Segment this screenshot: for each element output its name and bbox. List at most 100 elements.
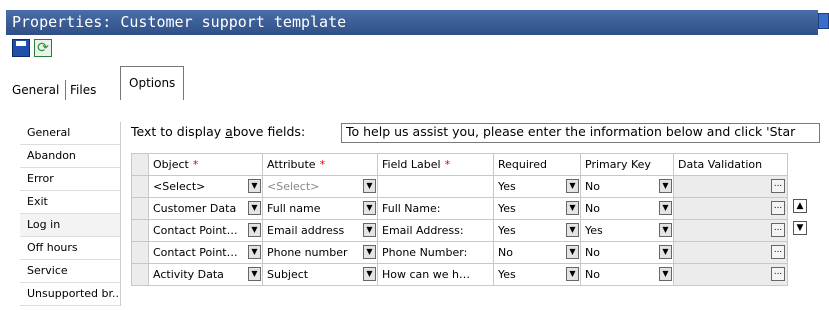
primary-key-cell[interactable]: Yes ▼ — [580, 219, 674, 242]
display-text-input[interactable]: To help us assist you, please enter the … — [341, 123, 820, 143]
tab-files[interactable]: Files — [65, 80, 101, 100]
attribute-cell[interactable]: Email address ▼ — [262, 219, 378, 242]
label-suffix: bove fields: — [232, 124, 306, 139]
column-header-data-validation[interactable]: Data Validation — [673, 153, 788, 176]
required-cell-text: Yes — [498, 180, 516, 193]
scroll-down-button[interactable]: ▼ — [793, 221, 807, 235]
dropdown-arrow-icon[interactable]: ▼ — [566, 223, 579, 237]
ellipsis-button[interactable]: ... — [771, 223, 785, 237]
required-cell[interactable]: No ▼ — [493, 241, 581, 264]
ellipsis-button[interactable]: ... — [771, 267, 785, 281]
dropdown-arrow-icon[interactable]: ▼ — [363, 223, 376, 237]
refresh-icon[interactable]: ⟳ — [34, 39, 52, 57]
field-label-cell[interactable]: Phone Number: — [377, 241, 494, 264]
dropdown-arrow-icon[interactable]: ▼ — [659, 245, 672, 259]
attribute-cell-text: Full name — [267, 202, 321, 215]
sidebar-item-off-hours[interactable]: Off hours — [20, 237, 120, 260]
attribute-cell[interactable]: Full name ▼ — [262, 197, 378, 220]
sidebar-item-abandon[interactable]: Abandon — [20, 145, 120, 168]
dropdown-arrow-icon[interactable]: ▼ — [248, 223, 261, 237]
column-header-required[interactable]: Required — [493, 153, 581, 176]
dropdown-arrow-icon[interactable]: ▼ — [363, 267, 376, 281]
sidebar-item-exit[interactable]: Exit — [20, 191, 120, 214]
dropdown-arrow-icon[interactable]: ▼ — [566, 179, 579, 193]
data-validation-cell[interactable]: ... — [673, 197, 788, 220]
sidebar-item-unsupported[interactable]: Unsupported br... — [20, 283, 120, 306]
dropdown-arrow-icon[interactable]: ▼ — [248, 245, 261, 259]
primary-key-cell[interactable]: No ▼ — [580, 241, 674, 264]
object-cell[interactable]: Activity Data ▼ — [148, 263, 263, 286]
table-row[interactable]: Contact Point D... ▼ Email address ▼ Email A… — [131, 219, 788, 242]
attribute-cell[interactable]: Subject ▼ — [262, 263, 378, 286]
scroll-up-button[interactable]: ▲ — [793, 199, 807, 213]
required-marker: * — [192, 158, 199, 171]
object-cell[interactable]: Customer Data ▼ — [148, 197, 263, 220]
dropdown-arrow-icon[interactable]: ▼ — [363, 201, 376, 215]
dropdown-arrow-icon[interactable]: ▼ — [363, 179, 376, 193]
dropdown-arrow-icon[interactable]: ▼ — [248, 267, 261, 281]
table-row[interactable]: <Select> ▼ <Select> ▼ Yes ▼ No ▼... — [131, 175, 788, 198]
window-title: Properties: Customer support template — [6, 10, 818, 35]
dropdown-arrow-icon[interactable]: ▼ — [659, 223, 672, 237]
primary-key-cell[interactable]: No ▼ — [580, 263, 674, 286]
data-validation-cell[interactable]: ... — [673, 241, 788, 264]
row-header[interactable] — [131, 263, 149, 286]
primary-key-cell-text: No — [585, 268, 600, 281]
required-cell-text: Yes — [498, 268, 516, 281]
attribute-cell[interactable]: Phone number ▼ — [262, 241, 378, 264]
field-label-cell[interactable]: How can we help y... — [377, 263, 494, 286]
dropdown-arrow-icon[interactable]: ▼ — [566, 201, 579, 215]
label-prefix: Text to display — [131, 124, 226, 139]
object-cell[interactable]: Contact Point D... ▼ — [148, 241, 263, 264]
column-header-object[interactable]: Object * — [148, 153, 263, 176]
primary-key-cell[interactable]: No ▼ — [580, 197, 674, 220]
sidebar-item-log-in[interactable]: Log in — [20, 214, 120, 237]
dropdown-arrow-icon[interactable]: ▼ — [248, 201, 261, 215]
object-cell[interactable]: <Select> ▼ — [148, 175, 263, 198]
column-header-attribute[interactable]: Attribute * — [262, 153, 378, 176]
table-row[interactable]: Activity Data ▼ Subject ▼ How can we help y.… — [131, 263, 788, 286]
data-validation-cell[interactable]: ... — [673, 219, 788, 242]
attribute-cell[interactable]: <Select> ▼ — [262, 175, 378, 198]
tab-general[interactable]: General — [8, 80, 64, 100]
required-cell[interactable]: Yes ▼ — [493, 219, 581, 242]
display-text-label: Text to display above fields: — [131, 124, 305, 139]
sidebar: General Abandon Error Exit Log in Off ho… — [20, 122, 121, 306]
row-header[interactable] — [131, 219, 149, 242]
ellipsis-button[interactable]: ... — [771, 179, 785, 193]
sidebar-item-error[interactable]: Error — [20, 168, 120, 191]
attribute-cell-text: Subject — [267, 268, 309, 281]
column-header-primary-key[interactable]: Primary Key — [580, 153, 674, 176]
data-validation-cell[interactable]: ... — [673, 263, 788, 286]
data-validation-cell[interactable]: ... — [673, 175, 788, 198]
dropdown-arrow-icon[interactable]: ▼ — [566, 245, 579, 259]
sidebar-item-general[interactable]: General — [20, 122, 120, 145]
dropdown-arrow-icon[interactable]: ▼ — [566, 267, 579, 281]
required-cell[interactable]: Yes ▼ — [493, 175, 581, 198]
required-cell[interactable]: Yes ▼ — [493, 263, 581, 286]
row-header[interactable] — [131, 197, 149, 220]
tab-options[interactable]: Options — [120, 66, 185, 102]
window-icon[interactable] — [818, 13, 829, 29]
dropdown-arrow-icon[interactable]: ▼ — [363, 245, 376, 259]
field-label-cell[interactable]: Full Name: — [377, 197, 494, 220]
table-row[interactable]: Customer Data ▼ Full name ▼ Full Name: Yes ▼ No… — [131, 197, 788, 220]
ellipsis-button[interactable]: ... — [771, 201, 785, 215]
field-label-cell[interactable] — [377, 175, 494, 198]
dropdown-arrow-icon[interactable]: ▼ — [248, 179, 261, 193]
sidebar-item-service[interactable]: Service — [20, 260, 120, 283]
ellipsis-button[interactable]: ... — [771, 245, 785, 259]
object-cell-text: Contact Point D... — [153, 224, 250, 237]
dropdown-arrow-icon[interactable]: ▼ — [659, 179, 672, 193]
table-row[interactable]: Contact Point D... ▼ Phone number ▼ Phone Nu… — [131, 241, 788, 264]
row-header[interactable] — [131, 175, 149, 198]
required-cell[interactable]: Yes ▼ — [493, 197, 581, 220]
object-cell[interactable]: Contact Point D... ▼ — [148, 219, 263, 242]
primary-key-cell[interactable]: No ▼ — [580, 175, 674, 198]
column-header-field-label[interactable]: Field Label * — [377, 153, 494, 176]
dropdown-arrow-icon[interactable]: ▼ — [659, 267, 672, 281]
row-header[interactable] — [131, 241, 149, 264]
save-icon[interactable] — [12, 39, 30, 57]
dropdown-arrow-icon[interactable]: ▼ — [659, 201, 672, 215]
field-label-cell[interactable]: Email Address: — [377, 219, 494, 242]
